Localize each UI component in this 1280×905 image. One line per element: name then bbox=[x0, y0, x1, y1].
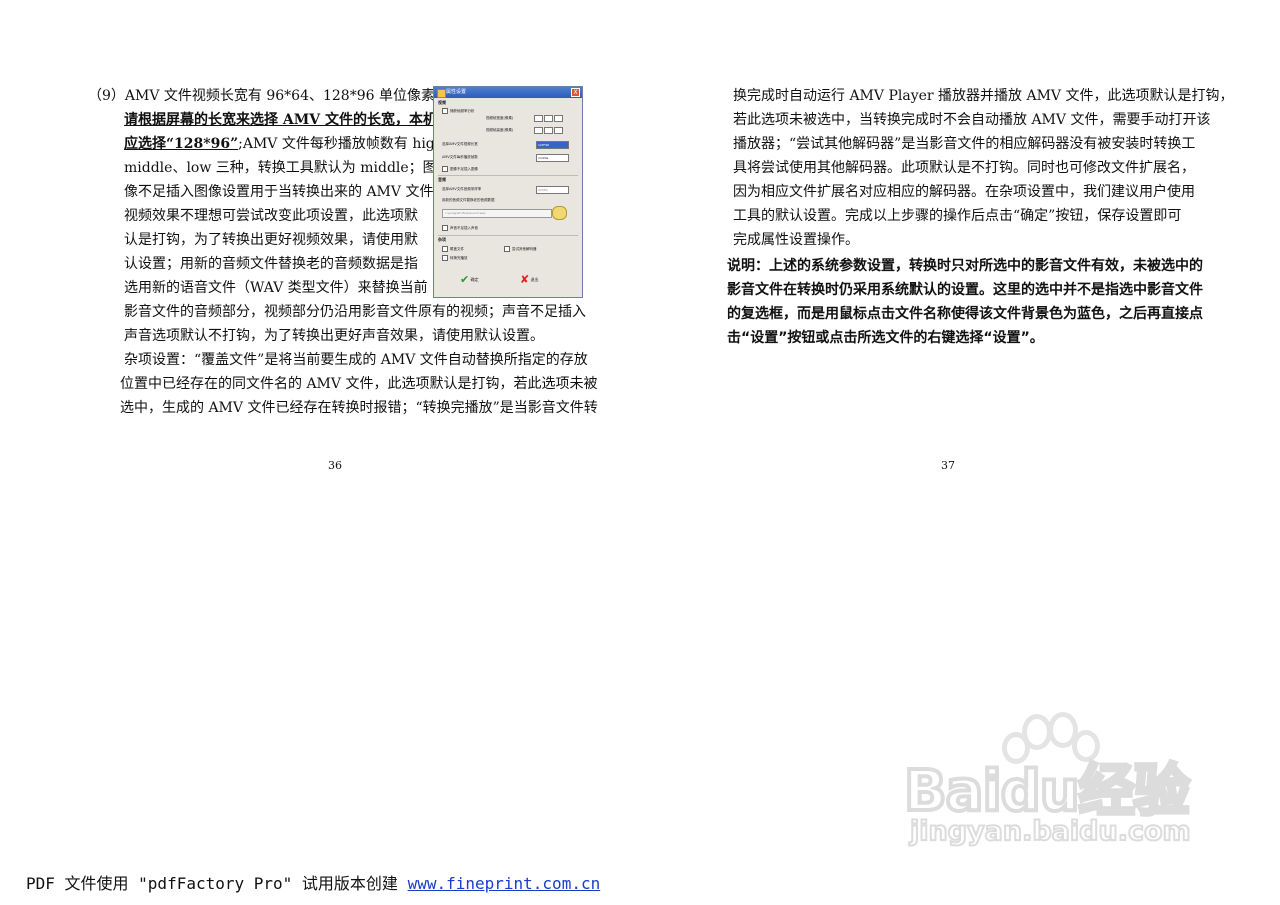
checkbox-icon bbox=[442, 108, 448, 114]
checkbox-checked-icon bbox=[442, 246, 448, 252]
left-line-7: 认是打钩，为了转换出更好视频效果，请使用默 bbox=[124, 232, 418, 248]
checkbox-icon bbox=[442, 225, 448, 231]
fps-select: middle bbox=[536, 154, 569, 162]
size-select: 128*96 bbox=[536, 141, 569, 149]
left-line-1: （9）AMV 文件视频长宽有 96*64、128*96 单位像素点， bbox=[88, 88, 463, 104]
left-line-9: 选用新的语音文件（WAV 类型文件）来替换当前 bbox=[124, 280, 428, 296]
video-option-2-label: 图像不足插入图像 bbox=[450, 167, 478, 171]
watermark-sub-text: jingyan.baidu.com bbox=[909, 815, 1192, 848]
misc-option-1-label: 覆盖文件 bbox=[450, 247, 464, 251]
spin-box bbox=[544, 115, 553, 122]
dialog-title: 属性设置 bbox=[446, 89, 467, 95]
left-line-10: 影音文件的音频部分，视频部分仍沿用影音文件原有的视频；声音不足插入 bbox=[124, 304, 586, 320]
note-line-3: 的复选框，而是用鼠标点击文件名称使得该文件背景色为蓝色，之后再直接点 bbox=[727, 306, 1203, 322]
footer-link[interactable]: www.fineprint.com.cn bbox=[408, 874, 601, 893]
misc-option-1: 覆盖文件 bbox=[442, 246, 464, 252]
right-line-1: 换完成时自动运行 AMV Player 播放器并播放 AMV 文件，此选项默认是… bbox=[733, 88, 1234, 104]
left-line-2: 请根据屏幕的长宽来选择 AMV 文件的长宽，本机 bbox=[124, 112, 437, 128]
pdf-footer: PDF 文件使用 "pdfFactory Pro" 试用版本创建 www.fin… bbox=[26, 870, 600, 894]
dialog-cancel-button: ✘ 退出 bbox=[520, 273, 550, 287]
app-icon bbox=[437, 89, 446, 98]
settings-dialog-screenshot: 属性设置 X 视频 捕获帧频率分析 视频帧宽度(像素) 视频帧高度(像素) 选择… bbox=[433, 86, 583, 298]
note-line-4: 击“设置”按钮或点击所选文件的右键选择“设置”。 bbox=[727, 330, 1044, 346]
video-option-1-label: 捕获帧频率分析 bbox=[450, 109, 475, 113]
video-option-2: 图像不足插入图像 bbox=[442, 166, 478, 172]
right-line-4: 具将尝试使用其他解码器。此项默认是不打钩。同时也可修改文件扩展名， bbox=[733, 160, 1195, 176]
divider bbox=[438, 235, 578, 236]
checkbox-icon bbox=[504, 246, 510, 252]
misc-option-2: 尝试其他解码器 bbox=[504, 246, 537, 252]
note-line-1: 说明：上述的系统参数设置，转换时只对所选中的影音文件有效，未被选中的 bbox=[727, 258, 1203, 274]
dialog-titlebar: 属性设置 X bbox=[434, 87, 582, 98]
cancel-label: 退出 bbox=[530, 277, 539, 282]
misc-option-3-label: 转换完播放 bbox=[450, 256, 468, 260]
misc-group-label: 杂项 bbox=[438, 237, 446, 242]
checkbox-icon bbox=[442, 166, 448, 172]
spin-box bbox=[554, 115, 563, 122]
spin-box bbox=[554, 127, 563, 134]
audio-rate-label: 选择AMV文件音频采样率 bbox=[442, 187, 482, 191]
page-number-right: 37 bbox=[941, 459, 955, 472]
right-line-5: 因为相应文件扩展名对应相应的解码器。在杂项设置中，我们建议用户使用 bbox=[733, 184, 1195, 200]
left-line-3: 应选择“128*96”;AMV 文件每秒播放帧数有 high、 bbox=[124, 132, 458, 156]
right-line-7: 完成属性设置操作。 bbox=[733, 232, 859, 248]
audio-replace-label: 用新的音频文件替换老的音频数据 bbox=[442, 198, 495, 202]
dialog-ok-button: ✔ 确定 bbox=[460, 273, 490, 287]
left-line-6: 视频效果不理想可尝试改变此项设置，此选项默 bbox=[124, 208, 418, 224]
fps-label: AMV文件每秒播放帧数 bbox=[442, 155, 478, 159]
close-icon: X bbox=[571, 88, 580, 97]
left-line-5: 像不足插入图像设置用于当转换出来的 AMV 文件 bbox=[124, 184, 434, 200]
cross-icon: ✘ bbox=[520, 273, 530, 286]
left-line-8: 认设置；用新的音频文件替换老的音频数据是指 bbox=[124, 256, 418, 272]
left-line-4: middle、low 三种，转换工具默认为 middle；图 bbox=[124, 160, 437, 176]
misc-option-3: 转换完播放 bbox=[442, 255, 468, 261]
watermark-main-text: Baidu经验 bbox=[902, 757, 1192, 826]
video-option-1: 捕获帧频率分析 bbox=[442, 108, 475, 114]
check-icon: ✔ bbox=[460, 273, 470, 286]
note-line-2: 影音文件在转换时仍采用系统默认的设置。这里的选中并不是指选中影音文件 bbox=[727, 282, 1203, 298]
ok-label: 确定 bbox=[470, 277, 479, 282]
right-line-3: 播放器；“尝试其他解码器”是当影音文件的相应解码器没有被安装时转换工 bbox=[733, 136, 1196, 152]
audio-option: 声音不足插入声音 bbox=[442, 225, 478, 231]
left-line-11: 声音选项默认不打钩，为了转换出更好声音效果，请使用默认设置。 bbox=[124, 328, 544, 344]
audio-option-label: 声音不足插入声音 bbox=[450, 226, 478, 230]
spin-box bbox=[534, 127, 543, 134]
browse-folder-icon bbox=[552, 206, 567, 220]
spin-box bbox=[534, 115, 543, 122]
left-line-12: 杂项设置：“覆盖文件”是将当前要生成的 AMV 文件自动替换所指定的存放 bbox=[124, 352, 588, 368]
footer-text: PDF 文件使用 "pdfFactory Pro" 试用版本创建 bbox=[26, 874, 408, 893]
audio-group-label: 音频 bbox=[438, 177, 446, 182]
misc-option-2-label: 尝试其他解码器 bbox=[512, 247, 537, 251]
checkbox-checked-icon bbox=[442, 255, 448, 261]
size-select-label: 选择AMV文件视频长宽 bbox=[442, 142, 478, 146]
left-line-13: 位置中已经存在的同文件名的 AMV 文件，此选项默认是打钩，若此选项未被 bbox=[120, 376, 598, 392]
audio-rate-select: 22050 bbox=[536, 186, 569, 194]
left-line-3-underlined: 应选择“128*96” bbox=[124, 136, 239, 152]
baidu-watermark: Baidu经验 jingyan.baidu.com bbox=[902, 712, 1224, 862]
spin-box bbox=[544, 127, 553, 134]
size-label-2: 视频帧高度(像素) bbox=[486, 128, 514, 132]
page-number-left: 36 bbox=[328, 459, 342, 472]
right-line-2: 若此选项未被选中，当转换完成时不会自动播放 AMV 文件，需要手动打开该 bbox=[733, 112, 1211, 128]
left-line-14: 选中，生成的 AMV 文件已经存在转换时报错；“转换完播放”是当影音文件转 bbox=[120, 400, 598, 416]
video-group-label: 视频 bbox=[438, 100, 446, 105]
audio-path-field: c:\program files\sound.wav bbox=[442, 209, 552, 218]
left-line-3-rest: ;AMV 文件每秒播放帧数有 high、 bbox=[238, 136, 458, 152]
size-label-1: 视频帧宽度(像素) bbox=[486, 116, 514, 120]
divider bbox=[438, 175, 578, 176]
right-line-6: 工具的默认设置。完成以上步骤的操作后点击“确定”按钮，保存设置即可 bbox=[733, 208, 1182, 224]
